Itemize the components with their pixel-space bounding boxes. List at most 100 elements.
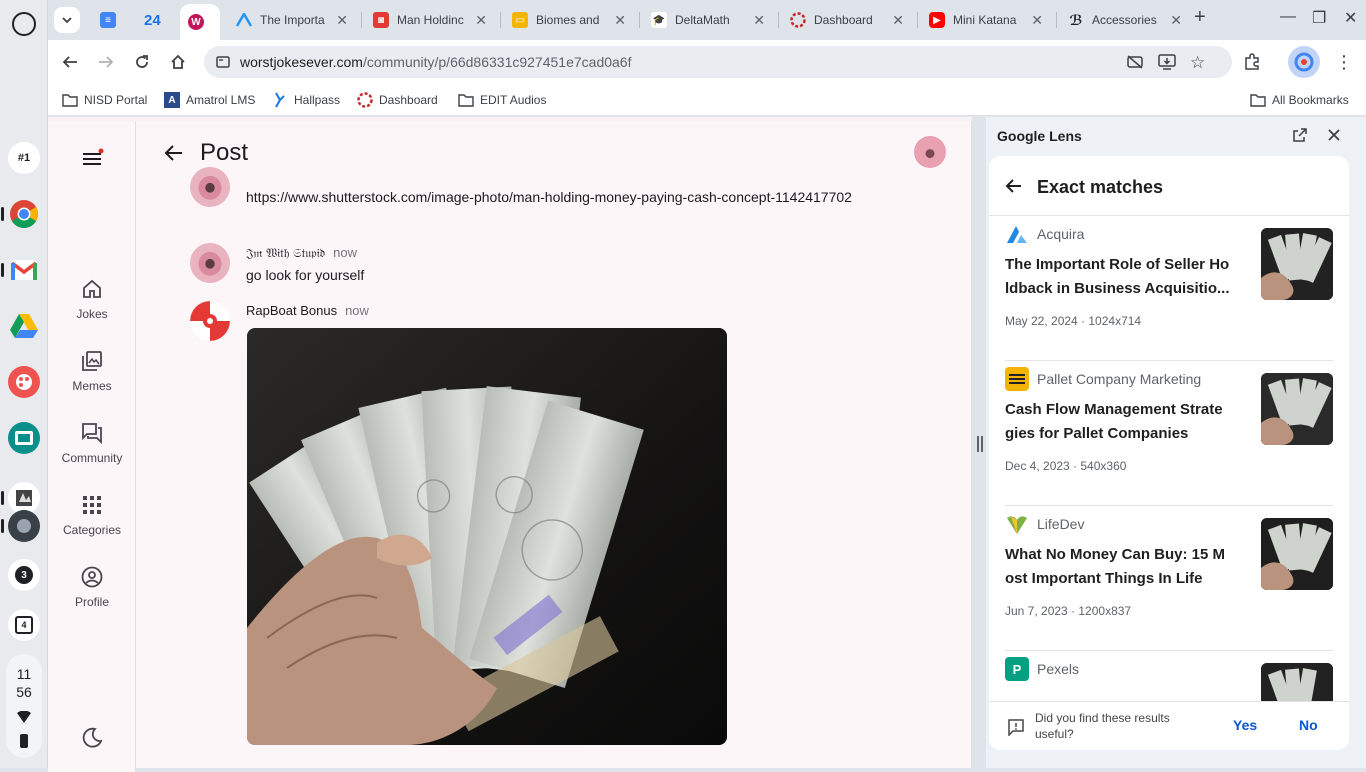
panel-resize-handle[interactable]	[977, 436, 983, 452]
tab-title: Man Holdinc	[397, 13, 464, 27]
badge-3-text: 3	[15, 566, 33, 584]
result-thumbnail[interactable]	[1261, 518, 1333, 590]
launcher-icon[interactable]	[12, 12, 36, 36]
back-arrow-icon[interactable]	[1005, 177, 1023, 195]
close-tab-icon[interactable]: ✕	[1170, 12, 1182, 29]
feedback-yes-button[interactable]: Yes	[1233, 717, 1257, 733]
result-source: Pallet Company Marketing	[1005, 367, 1201, 391]
tab-acquira[interactable]: The Importa ✕	[228, 0, 356, 40]
tab-search-button[interactable]	[54, 7, 80, 33]
address-bar[interactable]: worstjokesever.com/community/p/66d86331c…	[204, 46, 1232, 78]
result-thumbnail[interactable]	[1261, 228, 1333, 300]
nav-categories[interactable]: Categories	[48, 493, 136, 537]
bookmark-label: EDIT Audios	[480, 93, 547, 107]
forward-button[interactable]	[94, 50, 118, 74]
maximize-button[interactable]: ❐	[1312, 8, 1326, 28]
user-avatar[interactable]	[914, 136, 946, 168]
avatar[interactable]	[190, 301, 230, 341]
minimize-button[interactable]: —	[1280, 8, 1296, 26]
dark-mode-icon[interactable]	[80, 726, 104, 750]
feedback-no-button[interactable]: No	[1299, 717, 1318, 733]
back-button[interactable]	[58, 50, 82, 74]
source-name: LifeDev	[1037, 516, 1085, 532]
open-in-new-tab-icon[interactable]	[1292, 127, 1312, 147]
result-title[interactable]: The Important Role of Seller Ho ldback i…	[1005, 253, 1243, 301]
classroom-app-icon[interactable]	[8, 422, 40, 454]
google-drive-icon[interactable]	[8, 310, 40, 342]
bookmark-hallpass[interactable]: Hallpass	[272, 92, 340, 108]
result-thumbnail[interactable]	[1261, 373, 1333, 445]
paint-app-icon[interactable]	[8, 366, 40, 398]
tab-accessories[interactable]: ℬ Accessories ✕	[1060, 0, 1190, 40]
new-tab-button[interactable]: +	[1194, 6, 1206, 29]
extensions-icon[interactable]	[1240, 50, 1264, 74]
message-time: now	[345, 303, 369, 318]
nav-profile[interactable]: Profile	[48, 565, 136, 609]
money-photo[interactable]	[247, 328, 727, 745]
result-title[interactable]: Cash Flow Management Strate gies for Pal…	[1005, 398, 1243, 446]
tab-dashboard[interactable]: Dashboard ✕	[782, 0, 912, 40]
bookmark-nisd-portal[interactable]: NISD Portal	[62, 92, 147, 108]
tab-worstjokes[interactable]: W	[180, 4, 220, 40]
pallet-company-icon	[1005, 367, 1029, 391]
result-item[interactable]: Acquira The Important Role of Seller Ho …	[1005, 216, 1333, 361]
profile-avatar-button[interactable]	[1288, 46, 1320, 78]
result-item[interactable]: LifeDev What No Money Can Buy: 15 M ost …	[1005, 506, 1333, 651]
menu-icon[interactable]	[80, 147, 104, 171]
close-tab-icon[interactable]: ✕	[475, 12, 487, 29]
nav-jokes[interactable]: Jokes	[48, 277, 136, 321]
chrome-icon[interactable]	[8, 198, 40, 230]
result-title[interactable]: What No Money Can Buy: 15 M ost Importan…	[1005, 543, 1243, 591]
tab-shutterstock[interactable]: ◙ Man Holdinc ✕	[365, 0, 495, 40]
tab-deltamath[interactable]: 🎓 DeltaMath ✕	[643, 0, 773, 40]
bookmark-star-icon[interactable]: ☆	[1190, 53, 1205, 73]
result-item[interactable]: Pallet Company Marketing Cash Flow Manag…	[1005, 361, 1333, 506]
home-button[interactable]	[166, 50, 190, 74]
active-indicator	[1, 207, 4, 221]
bookmark-dashboard[interactable]: Dashboard	[357, 92, 438, 108]
close-tab-icon[interactable]: ✕	[336, 12, 348, 29]
site-info-icon[interactable]	[216, 55, 230, 69]
page-title: Post	[200, 139, 249, 166]
calendar-app-icon[interactable]: 4	[8, 609, 40, 641]
apps-grid-icon	[80, 493, 104, 517]
folder-icon	[458, 92, 474, 108]
close-window-button[interactable]: ✕	[1344, 8, 1357, 28]
install-app-icon[interactable]	[1158, 54, 1176, 70]
close-tab-icon[interactable]: ✕	[892, 12, 904, 29]
source-name: Acquira	[1037, 226, 1085, 242]
back-arrow-icon[interactable]	[162, 141, 186, 165]
nav-memes[interactable]: Memes	[48, 349, 136, 393]
browser-menu-icon[interactable]: ⋮	[1332, 50, 1356, 74]
web-page: Jokes Memes Community Categories Profile…	[48, 117, 972, 772]
tab-youtube[interactable]: ▶ Mini Katana ✕	[921, 0, 1051, 40]
author-name[interactable]: 𝔍𝔪 𝔚𝔦𝔱𝔥 𝔖𝔱𝔲𝔭𝔦𝔡	[246, 246, 325, 260]
tab-title: 24	[144, 11, 161, 29]
active-indicator	[1, 263, 4, 277]
notification-badge-app[interactable]: #1	[8, 142, 40, 174]
clock-hour: 11	[16, 666, 32, 682]
close-tab-icon[interactable]: ✕	[1031, 12, 1043, 29]
avatar[interactable]	[190, 243, 230, 283]
close-tab-icon[interactable]: ✕	[614, 12, 626, 29]
bookmark-edit-audios[interactable]: EDIT Audios	[458, 92, 546, 108]
reload-button[interactable]	[130, 50, 154, 74]
photo-app-icon-2[interactable]	[8, 510, 40, 542]
post-header: Post	[136, 121, 971, 183]
tab-docs[interactable]: ≡	[92, 0, 120, 40]
tab-slides[interactable]: ▭ Biomes and ✕	[504, 0, 634, 40]
bookmark-amatrol-lms[interactable]: A Amatrol LMS	[164, 92, 255, 108]
avatar[interactable]	[190, 167, 230, 207]
all-bookmarks-button[interactable]: All Bookmarks	[1250, 92, 1349, 108]
close-tab-icon[interactable]: ✕	[753, 12, 765, 29]
nav-community[interactable]: Community	[48, 421, 136, 465]
tab-24[interactable]: 24	[136, 0, 172, 40]
gmail-icon[interactable]	[8, 254, 40, 286]
close-panel-icon[interactable]	[1326, 127, 1346, 147]
author-name[interactable]: RapBoat Bonus	[246, 303, 337, 318]
hallpass-icon	[272, 92, 288, 108]
eye-off-icon[interactable]	[1126, 54, 1144, 70]
nav-label: Jokes	[76, 307, 108, 321]
badge-3-app[interactable]: 3	[8, 559, 40, 591]
bookmark-label: Dashboard	[379, 93, 438, 107]
